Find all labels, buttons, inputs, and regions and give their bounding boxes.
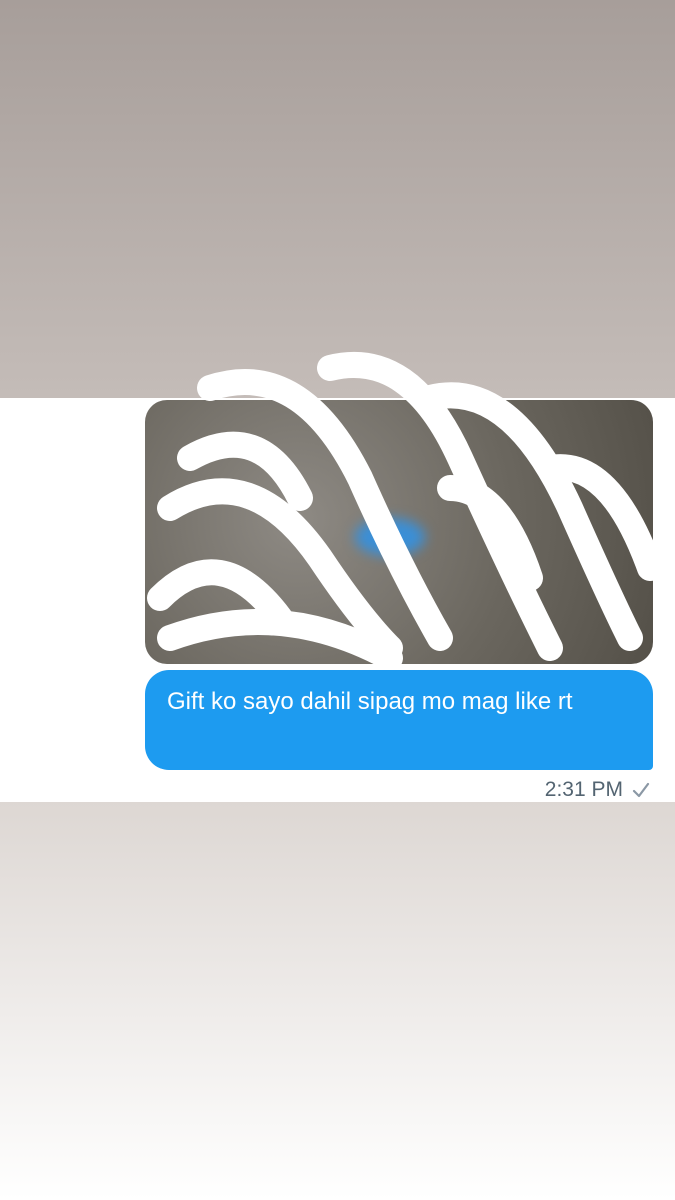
message-timestamp: 2:31 PM: [544, 778, 623, 801]
message-meta: 2:31 PM: [545, 776, 651, 804]
message-bubble[interactable]: Gift ko sayo dahil sipag mo mag like rt: [145, 670, 653, 770]
bottom-backdrop: [0, 802, 675, 1200]
message-text: Gift ko sayo dahil sipag mo mag like rt: [167, 688, 573, 715]
top-backdrop: [0, 0, 675, 398]
blurred-photo-detail: [355, 518, 425, 556]
dm-screenshot: Gift ko sayo dahil sipag mo mag like rt …: [0, 351, 675, 804]
checkmark-icon: [632, 782, 650, 798]
photo-attachment[interactable]: [145, 400, 653, 664]
